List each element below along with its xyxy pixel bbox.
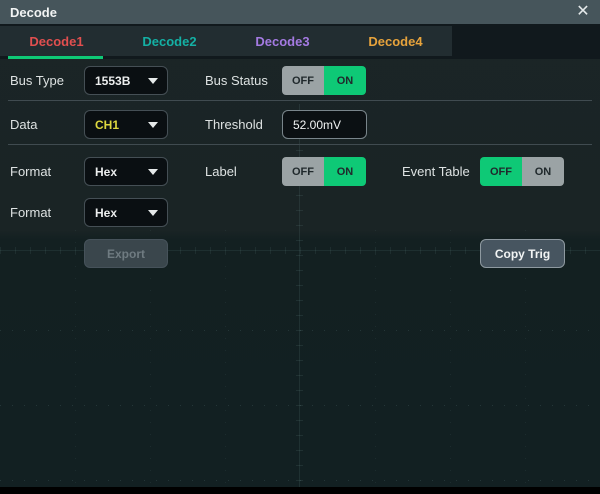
chevron-down-icon — [148, 122, 158, 128]
tab-row: Decode1 Decode2 Decode3 Decode4 — [0, 24, 600, 59]
tab-label: Decode1 — [29, 34, 83, 49]
title-bar: Decode ✕ — [0, 0, 600, 24]
chevron-down-icon — [148, 78, 158, 84]
graticule-vertical-ticks — [296, 150, 303, 487]
threshold-input[interactable]: 52.00mV — [282, 110, 367, 139]
chevron-down-icon — [148, 210, 158, 216]
event-table-off-option[interactable]: OFF — [480, 157, 522, 186]
bottom-edge-bar — [0, 487, 600, 494]
tab-decode2[interactable]: Decode2 — [113, 26, 226, 56]
decode-menu-window: Decode ✕ Decode1 Decode2 Decode3 Decode4 Bu… — [0, 0, 600, 494]
graticule-grid-line — [375, 230, 376, 487]
copy-trig-button[interactable]: Copy Trig — [480, 239, 565, 268]
format2-label: Format — [10, 198, 51, 227]
graticule-grid-line — [0, 330, 600, 331]
chevron-down-icon — [148, 169, 158, 175]
tab-decode3[interactable]: Decode3 — [226, 26, 339, 56]
format2-value: Hex — [95, 206, 117, 220]
format-value: Hex — [95, 165, 117, 179]
tab-label: Decode2 — [142, 34, 196, 49]
event-table-label: Event Table — [402, 157, 470, 186]
label-toggle: OFF ON — [282, 157, 366, 186]
window-title: Decode — [10, 5, 57, 20]
graticule-grid-line — [225, 230, 226, 487]
threshold-label: Threshold — [205, 110, 263, 139]
format2-dropdown[interactable]: Hex — [84, 198, 168, 227]
format-label: Format — [10, 157, 51, 186]
threshold-value: 52.00mV — [293, 118, 341, 132]
graticule-grid-line — [450, 230, 451, 487]
bus-type-label: Bus Type — [10, 66, 64, 95]
graticule-grid-line — [525, 230, 526, 487]
bus-type-dropdown[interactable]: 1553B — [84, 66, 168, 95]
data-dropdown[interactable]: CH1 — [84, 110, 168, 139]
close-button[interactable]: ✕ — [572, 2, 594, 22]
tab-decode4[interactable]: Decode4 — [339, 26, 452, 56]
graticule-grid-line — [0, 480, 600, 481]
bus-type-value: 1553B — [95, 74, 130, 88]
row-divider — [8, 144, 592, 145]
tab-decode1[interactable]: Decode1 — [0, 26, 113, 56]
label-off-option[interactable]: OFF — [282, 157, 324, 186]
event-table-toggle: OFF ON — [480, 157, 564, 186]
bus-status-label: Bus Status — [205, 66, 268, 95]
export-button[interactable]: Export — [84, 239, 168, 268]
bus-status-on-option[interactable]: ON — [324, 66, 366, 95]
label-on-option[interactable]: ON — [324, 157, 366, 186]
event-table-on-option[interactable]: ON — [522, 157, 564, 186]
graticule-grid-line — [0, 405, 600, 406]
tab-label: Decode4 — [368, 34, 422, 49]
tab-label: Decode3 — [255, 34, 309, 49]
data-value: CH1 — [95, 118, 119, 132]
label-toggle-label: Label — [205, 157, 237, 186]
format-dropdown[interactable]: Hex — [84, 157, 168, 186]
close-icon: ✕ — [576, 4, 589, 20]
bus-status-toggle: OFF ON — [282, 66, 366, 95]
graticule-grid-line — [150, 230, 151, 487]
tab-strip: Decode1 Decode2 Decode3 Decode4 — [0, 26, 452, 56]
data-label: Data — [10, 110, 37, 139]
graticule-grid-line — [75, 230, 76, 487]
bus-status-off-option[interactable]: OFF — [282, 66, 324, 95]
row-divider — [8, 100, 592, 101]
